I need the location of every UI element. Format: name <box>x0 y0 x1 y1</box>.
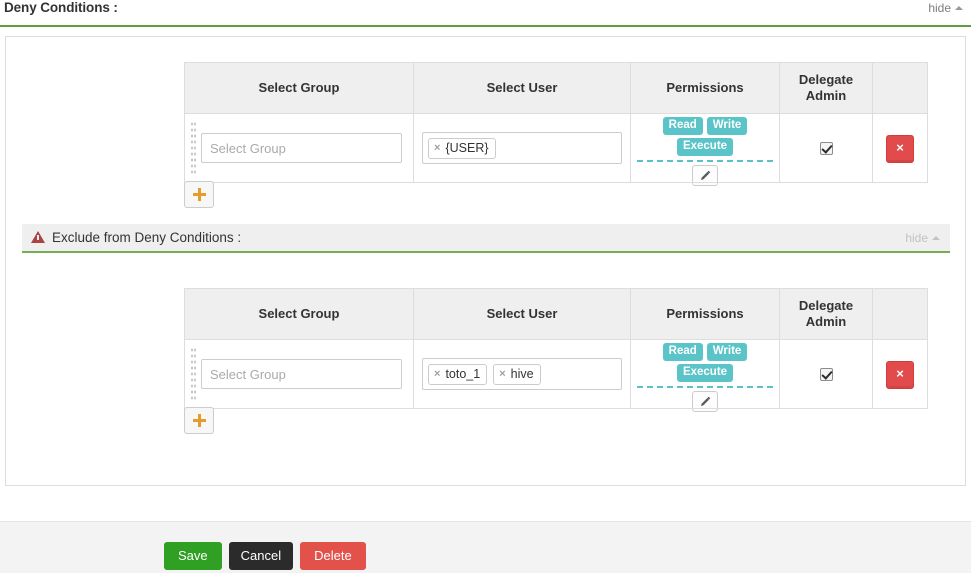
select-user-input[interactable]: × toto_1 × hive <box>422 358 622 390</box>
pencil-icon <box>700 396 711 407</box>
plus-icon <box>192 188 206 201</box>
grip-dots-icon <box>189 121 197 175</box>
remove-row-button[interactable]: × <box>886 361 914 389</box>
permissions-cell: Read Write Execute <box>630 113 780 186</box>
warning-triangle-icon <box>31 230 45 243</box>
add-exclude-row-button[interactable] <box>184 407 214 434</box>
table-header-row: Select Group Select User Permissions Del… <box>184 288 928 340</box>
delegate-admin-cell <box>779 113 873 183</box>
grip-dots-icon <box>189 347 197 401</box>
column-header-delegate-admin: Delegate Admin <box>779 288 873 340</box>
page-title: Deny Conditions : <box>4 0 118 15</box>
column-header-actions <box>872 62 928 114</box>
row-drag-handle[interactable] <box>185 343 201 405</box>
table-header-row: Select Group Select User Permissions Del… <box>184 62 928 114</box>
select-user-input[interactable]: × {USER} <box>422 132 622 164</box>
permission-badge-execute: Execute <box>676 364 734 382</box>
user-cell: × {USER} <box>413 113 631 183</box>
exclude-title-group: Exclude from Deny Conditions : <box>31 230 241 245</box>
user-cell: × toto_1 × hive <box>413 339 631 409</box>
row-drag-handle[interactable] <box>185 117 201 179</box>
user-tag[interactable]: × {USER} <box>428 137 496 159</box>
column-header-select-group: Select Group <box>184 62 414 114</box>
column-header-permissions: Permissions <box>630 288 780 340</box>
column-header-permissions: Permissions <box>630 62 780 114</box>
permission-badge-write: Write <box>706 117 748 135</box>
save-button[interactable]: Save <box>164 542 222 570</box>
column-header-select-user: Select User <box>413 288 631 340</box>
table-row: Select Group × toto_1 × hive Read Write … <box>184 339 928 412</box>
permissions-cell: Read Write Execute <box>630 339 780 412</box>
delegate-admin-line1: Delegate <box>798 72 854 87</box>
delegate-admin-line2: Admin <box>805 314 847 329</box>
user-tag-label: {USER} <box>445 140 489 155</box>
column-header-select-group: Select Group <box>184 288 414 340</box>
deny-conditions-header: Deny Conditions : hide <box>0 0 971 27</box>
deny-conditions-table: Select Group Select User Permissions Del… <box>184 62 928 186</box>
permission-badge-execute: Execute <box>676 138 734 156</box>
edit-permissions-button[interactable] <box>692 165 718 186</box>
plus-icon <box>192 414 206 427</box>
exclude-title: Exclude from Deny Conditions : <box>52 230 242 245</box>
cancel-button[interactable]: Cancel <box>228 542 294 570</box>
tag-remove-icon[interactable]: × <box>434 368 440 380</box>
form-footer: Save Cancel Delete <box>0 521 971 573</box>
delegate-admin-checkbox[interactable] <box>819 142 833 156</box>
exclude-from-deny-table: Select Group Select User Permissions Del… <box>184 288 928 412</box>
group-cell: Select Group <box>184 113 414 183</box>
table-row: Select Group × {USER} Read Write Execute… <box>184 113 928 186</box>
remove-row-button[interactable]: × <box>886 135 914 163</box>
deny-hide-label: hide <box>928 1 951 15</box>
tag-remove-icon[interactable]: × <box>499 368 505 380</box>
user-tag-label: hive <box>510 366 534 381</box>
delegate-admin-line1: Delegate <box>798 298 854 313</box>
delegate-admin-checkbox[interactable] <box>819 368 833 382</box>
delete-button[interactable]: Delete <box>300 542 366 570</box>
column-header-delegate-admin: Delegate Admin <box>779 62 873 114</box>
column-header-actions <box>872 288 928 340</box>
actions-cell: × <box>872 113 928 183</box>
delegate-admin-line2: Admin <box>805 88 847 103</box>
actions-cell: × <box>872 339 928 409</box>
exclude-hide-label: hide <box>905 230 928 245</box>
permission-badge-list: Read Write Execute <box>637 117 773 162</box>
permission-badge-write: Write <box>706 343 748 361</box>
permission-badge-read: Read <box>662 117 703 135</box>
permission-badge-list: Read Write Execute <box>637 343 773 388</box>
column-header-select-user: Select User <box>413 62 631 114</box>
add-deny-row-button[interactable] <box>184 181 214 208</box>
edit-permissions-button[interactable] <box>692 391 718 412</box>
user-tag[interactable]: × toto_1 <box>428 363 488 385</box>
caret-up-icon <box>932 235 940 240</box>
select-group-input[interactable]: Select Group <box>201 359 402 389</box>
delegate-admin-cell <box>779 339 873 409</box>
deny-hide-toggle[interactable]: hide <box>928 0 963 16</box>
tag-remove-icon[interactable]: × <box>434 142 440 154</box>
footer-button-group: Save Cancel Delete <box>164 542 366 570</box>
exclude-hide-toggle[interactable]: hide <box>905 230 940 246</box>
select-group-input[interactable]: Select Group <box>201 133 402 163</box>
caret-up-icon <box>955 6 963 10</box>
exclude-from-deny-header: Exclude from Deny Conditions : hide <box>22 224 950 253</box>
permission-badge-read: Read <box>662 343 703 361</box>
user-tag-label: toto_1 <box>445 366 481 381</box>
pencil-icon <box>700 170 711 181</box>
user-tag[interactable]: × hive <box>493 363 541 385</box>
group-cell: Select Group <box>184 339 414 409</box>
